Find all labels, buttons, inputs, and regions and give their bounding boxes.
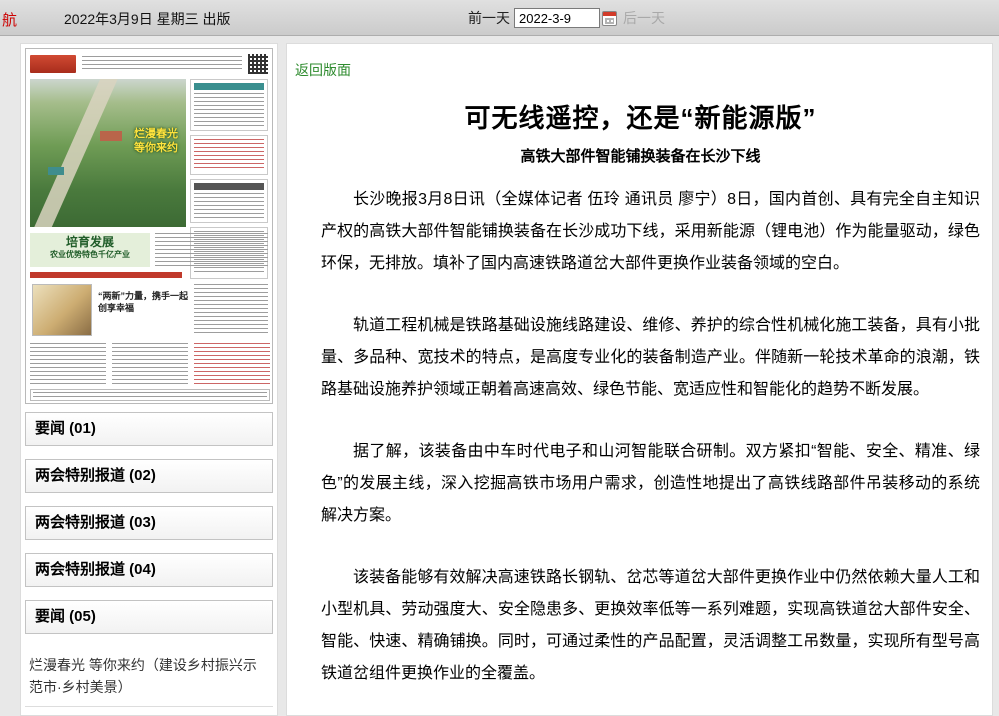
mid-section: “两新”力量，携手一起创享幸福	[26, 282, 272, 340]
red-headline-bar	[30, 272, 182, 278]
article-paragraph: 长沙晚报3月8日讯（全媒体记者 伍玲 通讯员 廖宁）8日，国内首创、具有完全自主…	[321, 184, 980, 280]
sidebar-section-02[interactable]: 两会特别报道 (02)	[25, 459, 273, 493]
sidebar-section-01[interactable]: 要闻 (01)	[25, 412, 273, 446]
article-subtitle: 高铁大部件智能铺换装备在长沙下线	[295, 145, 986, 166]
photo-overlay-line2: 等你来约	[134, 141, 178, 155]
article-list-item[interactable]: 培育发展农业优势特色千亿产业	[25, 707, 273, 716]
mid-text-lines	[194, 284, 268, 336]
main-headline: 培育发展 农业优势特色千亿产业	[30, 233, 150, 267]
news-box	[190, 179, 268, 223]
date-navigation: 前一天 后一天	[468, 6, 665, 30]
photo-road-shape	[30, 79, 118, 227]
section-list: 要闻 (01) 两会特别报道 (02) 两会特别报道 (03) 两会特别报道 (…	[25, 412, 273, 634]
headline-side-text	[155, 233, 268, 267]
nav-partial-link[interactable]: 航	[2, 9, 17, 30]
newspaper-page-preview: 烂漫春光 等你来约 培育发展 农业优势特色千亿产业	[26, 49, 272, 403]
sidebar-section-05[interactable]: 要闻 (05)	[25, 600, 273, 634]
article-paragraph: 据了解，该装备由中车时代电子和山河智能联合研制。双方紧扣“智能、安全、精准、绿色…	[321, 436, 980, 532]
next-day-link[interactable]: 后一天	[623, 8, 665, 28]
bottom-text-columns	[30, 343, 270, 385]
date-input[interactable]	[514, 8, 600, 28]
publish-date: 2022年3月9日 星期三 出版	[64, 9, 231, 29]
photo-roof-shape	[48, 167, 64, 175]
screen: 航 2022年3月9日 星期三 出版 前一天 后一天	[0, 0, 999, 716]
content-area: 烂漫春光 等你来约 培育发展 农业优势特色千亿产业	[0, 36, 999, 716]
article-paragraph: 轨道工程机械是铁路基础设施线路建设、维修、养护的综合性机械化施工装备，具有小批量…	[321, 310, 980, 406]
mid-photo	[32, 284, 92, 336]
article-list: 烂漫春光 等你来约（建设乡村振兴示范市·乡村美景） 培育发展农业优势特色千亿产业	[25, 647, 273, 716]
news-box	[190, 135, 268, 175]
calendar-icon[interactable]	[602, 11, 617, 26]
front-photo-aerial: 烂漫春光 等你来约	[30, 79, 186, 227]
sidebar-section-04[interactable]: 两会特别报道 (04)	[25, 553, 273, 587]
photo-roof-shape	[100, 131, 122, 141]
article-title: 可无线遥控，还是“新能源版”	[295, 98, 986, 135]
sidebar-section-03[interactable]: 两会特别报道 (03)	[25, 506, 273, 540]
masthead-text-lines	[82, 56, 242, 72]
article-list-item[interactable]: 烂漫春光 等你来约（建设乡村振兴示范市·乡村美景）	[25, 647, 273, 707]
article-body: 长沙晚报3月8日讯（全媒体记者 伍玲 通讯员 廖宁）8日，国内首创、具有完全自主…	[295, 184, 986, 716]
bottom-notice-strip	[30, 389, 270, 401]
article-paragraph: 该装备能够有效解决高速铁路长钢轨、岔芯等道岔大部件更换作业中仍然依赖大量人工和小…	[321, 562, 980, 690]
photo-overlay-line1: 烂漫春光	[134, 127, 178, 141]
qr-code-icon	[248, 54, 268, 74]
article-panel: 返回版面 可无线遥控，还是“新能源版” 高铁大部件智能铺换装备在长沙下线 长沙晚…	[286, 43, 993, 716]
main-headline-block: 培育发展 农业优势特色千亿产业	[30, 233, 268, 267]
topbar: 航 2022年3月9日 星期三 出版 前一天 后一天	[0, 0, 999, 36]
back-to-page-link[interactable]: 返回版面	[295, 60, 351, 80]
photo-overlay-text: 烂漫春光 等你来约	[134, 127, 178, 156]
mid-caption: “两新”力量，携手一起创享幸福	[98, 290, 190, 314]
front-page-thumbnail[interactable]: 烂漫春光 等你来约 培育发展 农业优势特色千亿产业	[25, 48, 273, 404]
prev-day-link[interactable]: 前一天	[468, 8, 510, 28]
sidebar: 烂漫春光 等你来约 培育发展 农业优势特色千亿产业	[20, 43, 278, 716]
masthead-logo	[30, 55, 76, 73]
masthead	[30, 52, 268, 76]
news-box	[190, 79, 268, 131]
